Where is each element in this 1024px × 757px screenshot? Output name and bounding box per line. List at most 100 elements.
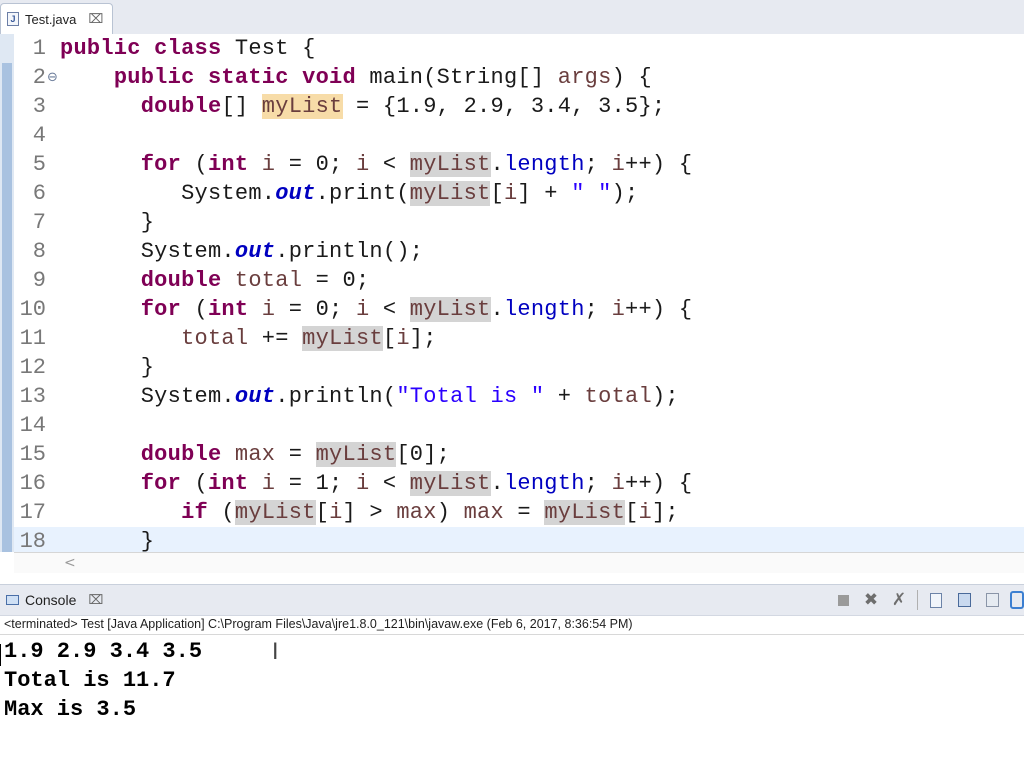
code-token: main(String[]	[355, 65, 558, 90]
code-token: =	[503, 500, 545, 525]
code-token: total	[584, 384, 652, 409]
code-token: i	[396, 326, 410, 351]
pin-console-icon[interactable]	[1010, 590, 1024, 610]
line-number: 12	[19, 355, 46, 380]
code-token: out	[234, 239, 276, 264]
code-token: class	[154, 36, 222, 61]
close-icon[interactable]: ⌧	[88, 592, 103, 608]
code-line[interactable]: 3 double[] myList = {1.9, 2.9, 3.4, 3.5}…	[14, 92, 1024, 121]
code-token: i	[261, 471, 276, 496]
code-line[interactable]: 5 for (int i = 0; i < myList.length; i++…	[14, 150, 1024, 179]
code-token: myList	[544, 500, 626, 525]
code-token: length	[503, 297, 585, 322]
code-line[interactable]: 4	[14, 121, 1024, 150]
code-line[interactable]: 13 System.out.println("Total is " + tota…	[14, 382, 1024, 411]
code-token: (	[181, 152, 208, 177]
code-token: <	[369, 471, 410, 496]
line-number: 16	[19, 471, 46, 496]
ibeam-cursor-icon: I	[272, 640, 279, 665]
stop-icon[interactable]	[833, 590, 853, 610]
code-line[interactable]: 9 double total = 0;	[14, 266, 1024, 295]
line-number: 9	[32, 268, 46, 293]
code-token: myList	[409, 181, 491, 206]
code-token: myList	[409, 152, 491, 177]
text-caret	[0, 644, 1, 666]
console-icon	[6, 595, 19, 605]
line-number: 17	[19, 500, 46, 525]
code-token: i	[503, 181, 518, 206]
overview-ruler	[0, 34, 14, 552]
code-line[interactable]: 7 }	[14, 208, 1024, 237]
code-token: = 0;	[275, 152, 356, 177]
code-token: i	[261, 152, 276, 177]
remove-launch-icon[interactable]: ✖	[861, 590, 881, 610]
code-token: ;	[584, 152, 612, 177]
code-editor[interactable]: 1 public class Test {2 ⊖ public static voi…	[0, 34, 1024, 574]
line-number: 2	[32, 65, 46, 90]
console-output[interactable]: 1.9 2.9 3.4 3.5 Total is 11.7 Max is 3.5	[4, 637, 202, 724]
code-line[interactable]: 12 }	[14, 353, 1024, 382]
code-token: = 0;	[302, 268, 370, 293]
code-line[interactable]: 16 for (int i = 1; i < myList.length; i+…	[14, 469, 1024, 498]
word-wrap-icon[interactable]	[982, 590, 1002, 610]
fold-toggle-icon[interactable]: ⊖	[47, 63, 58, 92]
code-token: }	[60, 529, 155, 554]
tab-console[interactable]: Console ⌧	[0, 585, 103, 615]
code-token: i	[329, 500, 343, 525]
code-token: for	[140, 471, 182, 496]
code-token: length	[503, 471, 585, 496]
console-tab-bar: Console ⌧ ✖ ✗	[0, 584, 1024, 616]
scroll-lock-icon[interactable]	[954, 590, 974, 610]
code-token: System.	[60, 181, 276, 206]
code-token: .	[490, 152, 504, 177]
code-token: ++) {	[625, 152, 693, 177]
code-line[interactable]: 1 public class Test {	[14, 34, 1024, 63]
code-line[interactable]: 14	[14, 411, 1024, 440]
code-token: i	[611, 471, 626, 496]
line-number: 15	[19, 442, 46, 467]
code-token: }	[60, 210, 155, 235]
code-text: if (myList[i] > max) max = myList[i];	[60, 498, 679, 527]
code-line[interactable]: 11 total += myList[i];	[14, 324, 1024, 353]
code-token: .println();	[275, 239, 424, 264]
clear-console-icon[interactable]	[926, 590, 946, 610]
code-token: ++) {	[625, 297, 693, 322]
tab-title: Test.java	[25, 11, 77, 27]
close-icon[interactable]: ⌧	[88, 11, 103, 27]
code-line[interactable]: 15 double max = myList[0];	[14, 440, 1024, 469]
code-line[interactable]: 6 System.out.print(myList[i] + " ");	[14, 179, 1024, 208]
scroll-left-icon[interactable]: <	[64, 553, 76, 573]
toolbar-separator	[917, 590, 918, 610]
code-text: public static void main(String[] args) {	[60, 63, 652, 92]
code-area[interactable]: 1 public class Test {2 ⊖ public static voi…	[14, 34, 1024, 556]
code-token: =	[275, 442, 316, 467]
line-number: 6	[32, 181, 46, 206]
code-token: " "	[571, 181, 612, 206]
code-line[interactable]: 8 System.out.println();	[14, 237, 1024, 266]
code-line[interactable]: 17 if (myList[i] > max) max = myList[i];	[14, 498, 1024, 527]
tab-test-java[interactable]: J Test.java ⌧	[0, 3, 113, 34]
line-number: 8	[32, 239, 46, 264]
code-token: for	[140, 152, 182, 177]
code-token: ] >	[342, 500, 397, 525]
code-token: }	[60, 355, 155, 380]
code-line[interactable]: 10 for (int i = 0; i < myList.length; i+…	[14, 295, 1024, 324]
horizontal-scrollbar[interactable]: <	[14, 552, 1024, 573]
code-token: double	[140, 94, 222, 119]
code-token: max	[234, 442, 276, 467]
code-token: i	[611, 297, 626, 322]
remove-all-icon[interactable]: ✗	[889, 590, 909, 610]
output-line: Max is 3.5	[4, 697, 137, 722]
code-token: static	[207, 65, 289, 90]
code-token: length	[503, 152, 585, 177]
code-text: System.out.print(myList[i] + " ");	[60, 179, 638, 208]
code-line[interactable]: 2 ⊖ public static void main(String[] args…	[14, 63, 1024, 92]
code-token: Test {	[221, 36, 316, 61]
